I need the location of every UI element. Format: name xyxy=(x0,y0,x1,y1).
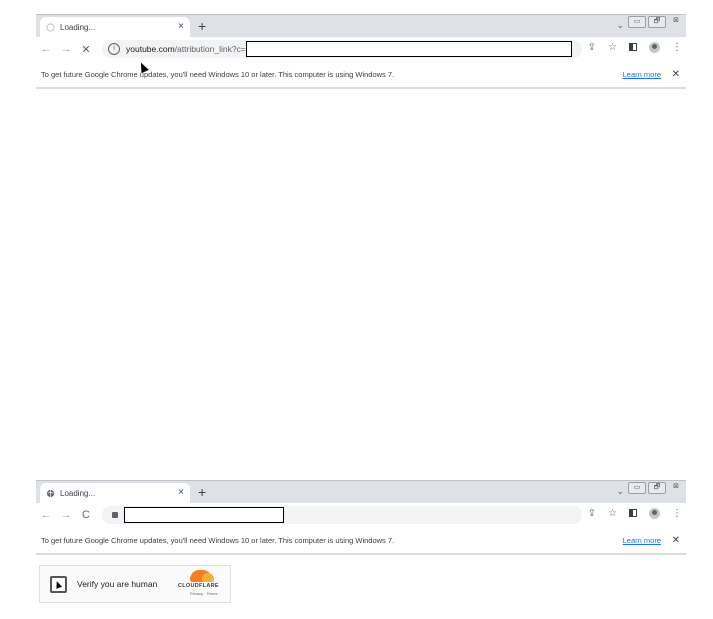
toolbar-actions: ⇪ ☆ ⋮ xyxy=(588,508,682,519)
browser-window-bottom: Loading... × + ⌄ ▭ 🗗 ⊠ ← → C ⇪ ☆ ⋮ To ge… xyxy=(36,480,686,555)
learn-more-link[interactable]: Learn more xyxy=(623,70,661,79)
window-controls: ▭ 🗗 ⊠ xyxy=(628,482,684,494)
restore-button[interactable]: 🗗 xyxy=(648,482,666,494)
bookmark-star-icon[interactable]: ☆ xyxy=(608,42,617,53)
toolbar: ← → C ⇪ ☆ ⋮ xyxy=(36,503,686,527)
side-panel-icon[interactable] xyxy=(629,509,637,517)
profile-avatar-icon[interactable] xyxy=(649,42,660,53)
tab-title: Loading... xyxy=(60,488,96,498)
cloud-icon-small xyxy=(202,573,214,582)
url-path: /attribution_link?c= xyxy=(174,44,246,54)
minimize-button[interactable]: ▭ xyxy=(628,16,646,28)
close-tab-icon[interactable]: × xyxy=(178,487,184,498)
share-icon[interactable]: ⇪ xyxy=(588,508,596,519)
bookmark-star-icon[interactable]: ☆ xyxy=(608,508,617,519)
close-window-button[interactable]: ⊠ xyxy=(668,482,684,492)
profile-avatar-icon[interactable] xyxy=(649,508,660,519)
address-bar[interactable]: i youtube.com /attribution_link?c= xyxy=(102,40,582,58)
back-button[interactable]: ← xyxy=(36,43,56,55)
toolbar-actions: ⇪ ☆ ⋮ xyxy=(588,42,682,53)
back-button[interactable]: ← xyxy=(36,509,56,521)
cloudflare-wordmark: CLOUDFLARE xyxy=(178,583,219,589)
url-host: youtube.com xyxy=(126,44,175,54)
tab-strip: Loading... × + ⌄ ▭ 🗗 ⊠ xyxy=(36,14,686,37)
reload-button[interactable]: C xyxy=(76,509,96,521)
loading-spinner-icon xyxy=(46,22,55,32)
restore-button[interactable]: 🗗 xyxy=(648,16,666,28)
redacted-url-box xyxy=(124,507,284,523)
share-icon[interactable]: ⇪ xyxy=(588,42,596,53)
infobar-message: To get future Google Chrome updates, you… xyxy=(41,535,395,545)
infobar-close-icon[interactable]: ✕ xyxy=(672,69,680,80)
browser-window-top: Loading... × + ⌄ ▭ 🗗 ⊠ ← → ✕ i youtube.c… xyxy=(36,14,686,89)
new-tab-button[interactable]: + xyxy=(198,17,206,35)
lock-icon[interactable] xyxy=(112,512,118,518)
window-controls: ▭ 🗗 ⊠ xyxy=(628,16,684,28)
learn-more-link[interactable]: Learn more xyxy=(623,536,661,545)
close-window-button[interactable]: ⊠ xyxy=(668,16,684,26)
redacted-url-box xyxy=(245,41,572,57)
address-bar[interactable] xyxy=(102,506,582,524)
verify-label: Verify you are human xyxy=(77,579,158,589)
cloudflare-logo: CLOUDFLARE Privacy · Terms xyxy=(178,570,222,598)
toolbar: ← → ✕ i youtube.com /attribution_link?c=… xyxy=(36,37,686,61)
menu-icon[interactable]: ⋮ xyxy=(672,42,682,53)
close-tab-icon[interactable]: × xyxy=(178,21,184,32)
globe-icon xyxy=(46,489,55,497)
tab-search-icon[interactable]: ⌄ xyxy=(616,486,624,497)
update-infobar: To get future Google Chrome updates, you… xyxy=(36,61,686,89)
infobar-close-icon[interactable]: ✕ xyxy=(672,535,680,546)
tab-strip: Loading... × + ⌄ ▭ 🗗 ⊠ xyxy=(36,480,686,503)
turnstile-widget: Verify you are human CLOUDFLARE Privacy … xyxy=(39,565,231,603)
minimize-button[interactable]: ▭ xyxy=(628,482,646,494)
site-info-icon[interactable]: i xyxy=(108,43,120,55)
tab-title: Loading... xyxy=(60,22,96,32)
forward-button[interactable]: → xyxy=(56,43,76,55)
tab-search-icon[interactable]: ⌄ xyxy=(616,20,624,31)
new-tab-button[interactable]: + xyxy=(198,483,206,501)
side-panel-icon[interactable] xyxy=(629,43,637,51)
forward-button[interactable]: → xyxy=(56,509,76,521)
tab-loading[interactable]: Loading... × xyxy=(40,17,190,37)
tab-loading[interactable]: Loading... × xyxy=(40,483,190,503)
verify-checkbox[interactable] xyxy=(50,575,67,593)
privacy-terms-links[interactable]: Privacy · Terms xyxy=(190,591,217,596)
update-infobar: To get future Google Chrome updates, you… xyxy=(36,527,686,555)
stop-button[interactable]: ✕ xyxy=(76,43,96,56)
menu-icon[interactable]: ⋮ xyxy=(672,508,682,519)
infobar-message: To get future Google Chrome updates, you… xyxy=(41,69,395,79)
